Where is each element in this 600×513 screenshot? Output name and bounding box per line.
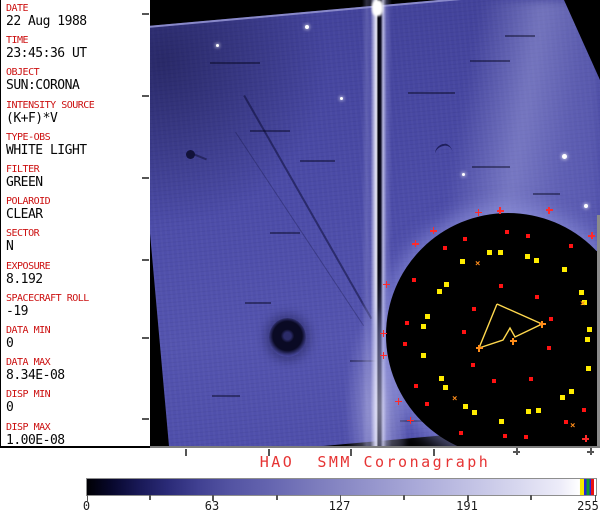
polygon-vertex-marker <box>475 344 483 352</box>
field-label: DISP MAX <box>6 422 51 433</box>
field-label: TIME <box>6 35 29 46</box>
image-bottom-border <box>150 446 600 448</box>
colorbar-tick-label: 63 <box>204 499 220 513</box>
field-value: 0 <box>6 400 14 415</box>
field-value: 23:45:36 UT <box>6 46 87 61</box>
field-label: FILTER <box>6 164 40 175</box>
metadata-field: POLAROID CLEAR <box>6 196 150 222</box>
smm-coronagraph-viewer: { "colors": { "label_red": "#cc1010", "t… <box>0 0 600 513</box>
field-label: EXPOSURE <box>6 261 51 272</box>
field-label: TYPE-OBS <box>6 132 51 143</box>
field-value: 8.192 <box>6 272 43 287</box>
colorbar-tick-label: 255 <box>577 499 599 513</box>
annotation-polygon <box>477 303 544 350</box>
colorbar-minor-tick <box>530 495 532 500</box>
field-value: -19 <box>6 304 28 319</box>
metadata-field: DISP MIN 0 <box>6 389 150 415</box>
field-value: GREEN <box>6 175 43 190</box>
metadata-field: EXPOSURE 8.192 <box>6 261 150 287</box>
metadata-field: FILTER GREEN <box>6 164 150 190</box>
metadata-field: TYPE-OBS WHITE LIGHT <box>6 132 150 158</box>
frame-tick <box>142 259 149 261</box>
frame-tick <box>142 177 149 179</box>
field-value: WHITE LIGHT <box>6 143 87 158</box>
frame-tick <box>142 337 149 339</box>
field-label: DISP MIN <box>6 389 51 400</box>
metadata-field: DATE 22 Aug 1988 <box>6 3 150 29</box>
field-label: OBJECT <box>6 67 40 78</box>
polygon-vertex-marker <box>509 337 517 345</box>
metadata-sidebar: DATE 22 Aug 1988 TIME 23:45:36 UT OBJECT SUN:… <box>0 0 151 448</box>
field-value: 22 Aug 1988 <box>6 14 87 29</box>
colorbar-minor-tick <box>149 495 151 500</box>
colorbar <box>86 478 597 496</box>
frame-tick <box>142 95 149 97</box>
field-label: SECTOR <box>6 228 40 239</box>
field-value: CLEAR <box>6 207 43 222</box>
metadata-field: DATA MAX 8.34E-08 <box>6 357 150 383</box>
colorbar-minor-tick <box>403 495 405 500</box>
frame-tick <box>142 418 149 420</box>
field-value: SUN:CORONA <box>6 78 80 93</box>
metadata-field: INTENSITY SOURCE (K+F)*V <box>6 100 150 126</box>
colorbar-minor-tick <box>276 495 278 500</box>
colorbar-tick-label: 127 <box>328 499 351 513</box>
polygon-vertex-marker <box>538 320 546 328</box>
field-label: DATA MIN <box>6 325 51 336</box>
field-label: DATE <box>6 3 29 14</box>
metadata-field: DISP MAX 1.00E-08 <box>6 422 150 448</box>
field-label: SPACECRAFT ROLL <box>6 293 89 304</box>
metadata-field: TIME 23:45:36 UT <box>6 35 150 61</box>
metadata-field: SPACECRAFT ROLL -19 <box>6 293 150 319</box>
page-title: HAO SMM Coronagraph <box>259 453 491 471</box>
field-label: DATA MAX <box>6 357 51 368</box>
field-label: POLAROID <box>6 196 51 207</box>
field-label: INTENSITY SOURCE <box>6 100 95 111</box>
sidebar-bottom-border <box>0 446 150 448</box>
field-value: 0 <box>6 336 14 351</box>
metadata-field: OBJECT SUN:CORONA <box>6 67 150 93</box>
field-value: (K+F)*V <box>6 111 58 126</box>
metadata-field: DATA MIN 0 <box>6 325 150 351</box>
frame-tick <box>142 13 149 15</box>
colorbar-tick-label: 0 <box>82 499 91 513</box>
coronagraph-image-viewport: × × × × <box>150 0 600 448</box>
colorbar-gradient <box>87 479 596 495</box>
colorbar-tick-label: 191 <box>456 499 478 513</box>
field-value: N <box>6 239 14 254</box>
metadata-field: SECTOR N <box>6 228 150 254</box>
field-value: 8.34E-08 <box>6 368 65 383</box>
